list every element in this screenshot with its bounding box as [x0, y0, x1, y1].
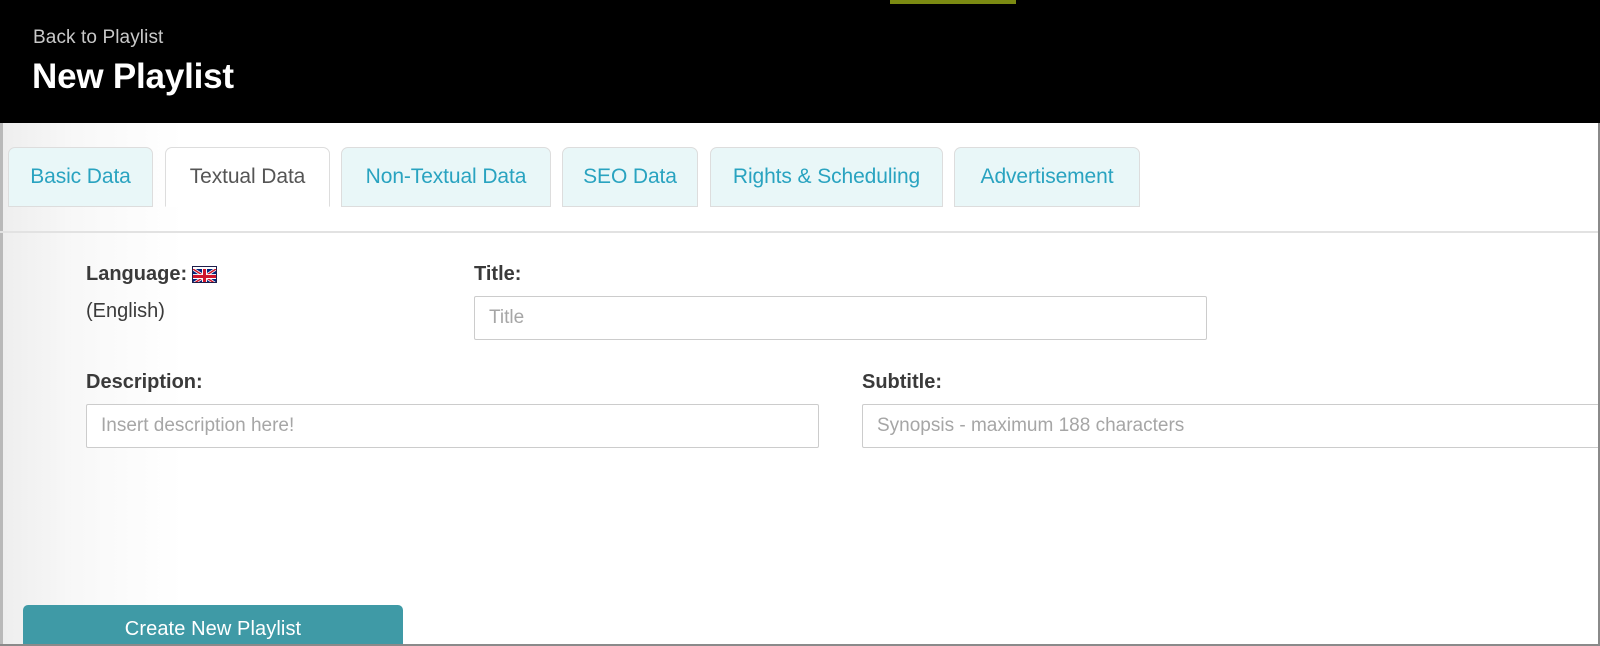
tab-label: Non-Textual Data [365, 165, 527, 188]
content-panel: Basic Data Textual Data Non-Textual Data… [0, 123, 1600, 646]
language-value: (English) [86, 300, 165, 322]
tab-label: Basic Data [30, 165, 131, 188]
language-label: Language: [86, 263, 218, 286]
language-label-text: Language: [86, 263, 188, 285]
uk-flag-icon [192, 266, 218, 283]
description-input[interactable] [86, 404, 819, 448]
tab-seo-data[interactable]: SEO Data [562, 147, 698, 207]
tab-label: Advertisement [980, 165, 1114, 188]
tab-label: SEO Data [583, 165, 677, 188]
tab-bar-baseline [0, 231, 1598, 233]
subtitle-label: Subtitle: [862, 371, 942, 393]
tab-bar: Basic Data Textual Data Non-Textual Data… [0, 147, 1598, 233]
uk-flag-svg [193, 267, 217, 282]
subtitle-input[interactable] [862, 404, 1598, 448]
app-viewport: Back to Playlist New Playlist Basic Data… [0, 0, 1600, 646]
tab-rights-scheduling[interactable]: Rights & Scheduling [710, 147, 943, 207]
create-new-playlist-button[interactable]: Create New Playlist [23, 605, 403, 644]
title-input[interactable] [474, 296, 1207, 340]
tab-non-textual-data[interactable]: Non-Textual Data [341, 147, 551, 207]
page-title: New Playlist [32, 57, 234, 96]
tab-label: Rights & Scheduling [732, 165, 921, 188]
title-label: Title: [474, 263, 522, 285]
tab-label: Textual Data [189, 165, 306, 188]
app-header: Back to Playlist New Playlist [0, 0, 1600, 123]
loading-progress-sliver [890, 0, 1016, 4]
back-to-playlist-link[interactable]: Back to Playlist [33, 27, 163, 49]
tab-basic-data[interactable]: Basic Data [8, 147, 153, 207]
tab-advertisement[interactable]: Advertisement [954, 147, 1140, 207]
description-label: Description: [86, 371, 203, 393]
tab-textual-data[interactable]: Textual Data [165, 147, 330, 207]
